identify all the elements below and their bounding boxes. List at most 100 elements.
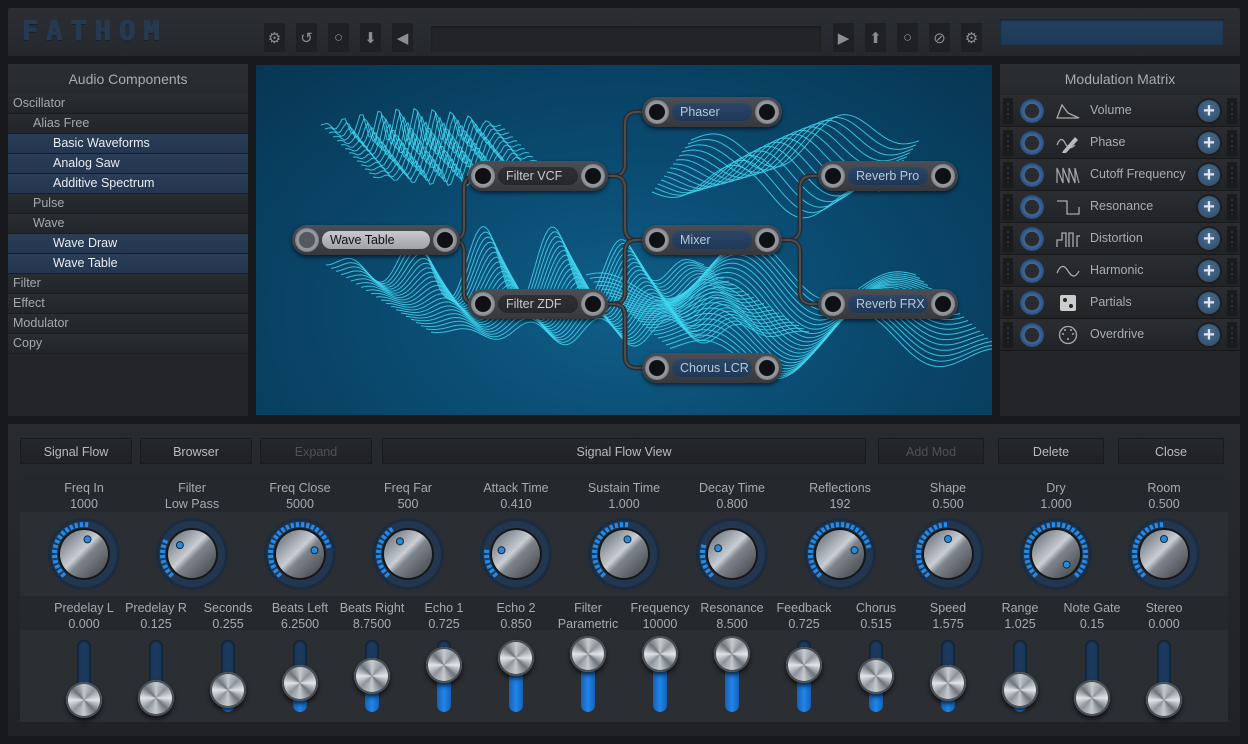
knob[interactable] — [911, 517, 985, 591]
knob[interactable] — [263, 517, 337, 591]
drag-handle-left[interactable] — [1003, 98, 1013, 124]
modulation-source-port[interactable] — [1020, 99, 1044, 123]
drag-handle-right[interactable] — [1227, 290, 1237, 316]
knob[interactable] — [1019, 517, 1093, 591]
modulation-row[interactable]: Overdrive + — [1000, 319, 1240, 351]
slider-thumb[interactable] — [570, 636, 606, 672]
add-modulation-button[interactable]: + — [1198, 292, 1220, 314]
tree-item[interactable]: Oscillator — [8, 94, 248, 114]
tree-item[interactable]: Pulse — [8, 194, 248, 214]
slider[interactable] — [712, 636, 752, 718]
modulation-row[interactable]: Cutoff Frequency + — [1000, 159, 1240, 191]
slider-thumb[interactable] — [66, 682, 102, 718]
browser-button[interactable]: Browser — [140, 438, 252, 464]
slider[interactable] — [856, 636, 896, 718]
drag-handle-right[interactable] — [1227, 258, 1237, 284]
input-port[interactable] — [645, 228, 669, 252]
add-modulation-button[interactable]: + — [1198, 196, 1220, 218]
node-revfrx[interactable]: Reverb FRX — [818, 289, 958, 319]
output-port[interactable] — [755, 100, 779, 124]
knob[interactable] — [155, 517, 229, 591]
node-wavetable[interactable]: Wave Table — [292, 225, 460, 255]
record-button[interactable]: ○ — [328, 23, 349, 52]
tree-item[interactable]: Modulator — [8, 314, 248, 334]
slider[interactable] — [784, 636, 824, 718]
download-button[interactable]: ⬇ — [360, 23, 381, 52]
slider[interactable] — [1000, 636, 1040, 718]
output-port[interactable] — [755, 356, 779, 380]
clear-button[interactable]: ⊘ — [929, 23, 950, 52]
slider-thumb[interactable] — [354, 658, 390, 694]
slider-thumb[interactable] — [1074, 679, 1110, 716]
slider-thumb[interactable] — [498, 640, 534, 676]
slider-thumb[interactable] — [1002, 672, 1038, 709]
slider-thumb[interactable] — [138, 679, 174, 716]
tree-item[interactable]: Effect — [8, 294, 248, 314]
drag-handle-right[interactable] — [1227, 322, 1237, 348]
modulation-source-port[interactable] — [1020, 195, 1044, 219]
slider-thumb[interactable] — [714, 636, 750, 673]
drag-handle-left[interactable] — [1003, 322, 1013, 348]
tree-item[interactable]: Analog Saw — [8, 154, 248, 174]
slider[interactable] — [280, 636, 320, 718]
add-modulation-button[interactable]: + — [1198, 132, 1220, 154]
input-port[interactable] — [471, 292, 495, 316]
slider[interactable] — [136, 636, 176, 718]
modulation-source-port[interactable] — [1020, 323, 1044, 347]
knob[interactable] — [479, 517, 553, 591]
signal-flow-button[interactable]: Signal Flow — [20, 438, 132, 464]
modulation-source-port[interactable] — [1020, 259, 1044, 283]
signal-flow-canvas[interactable]: Wave Table Filter VCF Filter ZDF Phaser Mixe… — [256, 65, 992, 415]
knob[interactable] — [47, 517, 121, 591]
modulation-row[interactable]: Partials + — [1000, 287, 1240, 319]
slider[interactable] — [568, 636, 608, 718]
slider[interactable] — [928, 636, 968, 718]
tree-item[interactable]: Additive Spectrum — [8, 174, 248, 194]
drag-handle-left[interactable] — [1003, 162, 1013, 188]
close-button[interactable]: Close — [1118, 438, 1224, 464]
tree-item[interactable]: Copy — [8, 334, 248, 354]
drag-handle-left[interactable] — [1003, 258, 1013, 284]
slider-thumb[interactable] — [1146, 682, 1182, 718]
modulation-source-port[interactable] — [1020, 163, 1044, 187]
node-chorus[interactable]: Chorus LCR — [642, 353, 782, 383]
preset-name-field[interactable] — [431, 26, 821, 52]
knob[interactable] — [803, 517, 877, 591]
modulation-source-port[interactable] — [1020, 227, 1044, 251]
add-modulation-button[interactable]: + — [1198, 324, 1220, 346]
drag-handle-right[interactable] — [1227, 194, 1237, 220]
circle-button[interactable]: ○ — [897, 23, 918, 52]
slider-thumb[interactable] — [426, 647, 462, 684]
tree-item[interactable]: Filter — [8, 274, 248, 294]
node-revpro[interactable]: Reverb Pro — [818, 161, 958, 191]
modulation-source-port[interactable] — [1020, 131, 1044, 155]
modulation-row[interactable]: Distortion + — [1000, 223, 1240, 255]
tree-item[interactable]: Wave — [8, 214, 248, 234]
settings-button[interactable]: ⚙ — [264, 23, 285, 52]
slider[interactable] — [1072, 636, 1112, 718]
slider-thumb[interactable] — [642, 636, 678, 672]
slider[interactable] — [1144, 636, 1184, 718]
input-port[interactable] — [295, 228, 319, 252]
drag-handle-right[interactable] — [1227, 162, 1237, 188]
input-port[interactable] — [645, 100, 669, 124]
slider-thumb[interactable] — [930, 665, 966, 702]
drag-handle-left[interactable] — [1003, 194, 1013, 220]
slider[interactable] — [352, 636, 392, 718]
modulation-row[interactable]: Volume + — [1000, 95, 1240, 127]
node-zdf[interactable]: Filter ZDF — [468, 289, 608, 319]
add-modulation-button[interactable]: + — [1198, 164, 1220, 186]
slider-thumb[interactable] — [786, 647, 822, 684]
knob[interactable] — [695, 517, 769, 591]
node-vcf[interactable]: Filter VCF — [468, 161, 608, 191]
modulation-row[interactable]: Phase + — [1000, 127, 1240, 159]
output-port[interactable] — [931, 164, 955, 188]
slider[interactable] — [208, 636, 248, 718]
node-mixer[interactable]: Mixer — [642, 225, 782, 255]
knob[interactable] — [371, 517, 445, 591]
preferences-button[interactable]: ⚙ — [961, 23, 982, 52]
add-modulation-button[interactable]: + — [1198, 260, 1220, 282]
back-button[interactable]: ◀ — [392, 23, 413, 52]
modulation-source-port[interactable] — [1020, 291, 1044, 315]
play-button[interactable]: ▶ — [833, 23, 854, 52]
